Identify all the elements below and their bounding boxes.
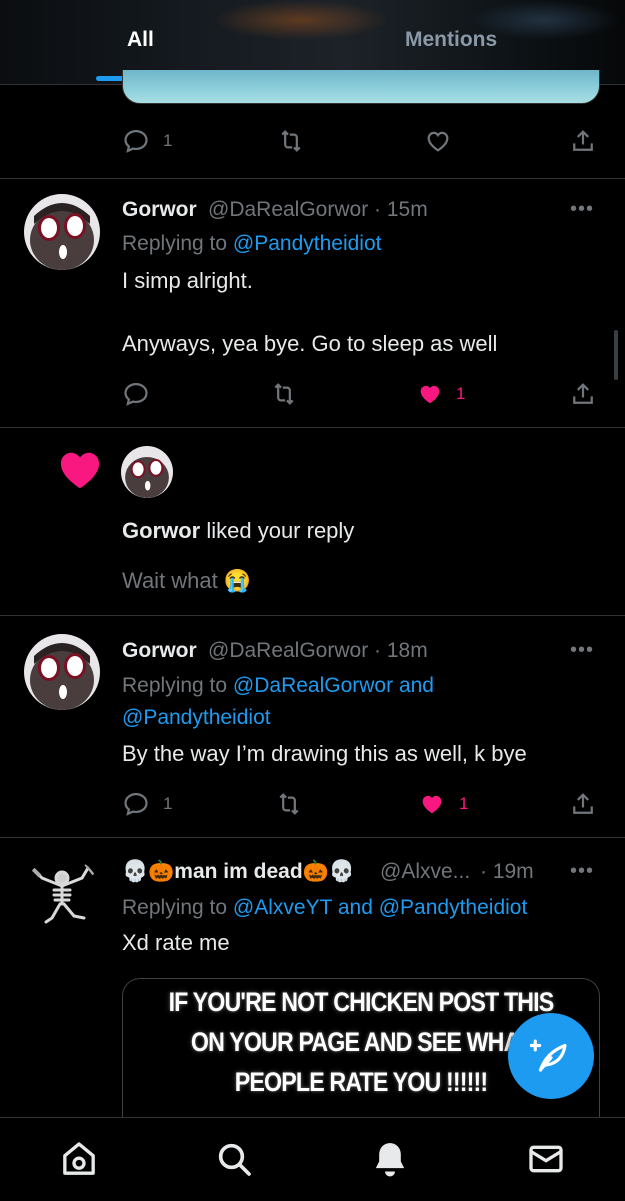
reply-icon[interactable]	[122, 127, 150, 155]
liked-heart-icon[interactable]	[418, 790, 446, 818]
more-options-icon[interactable]: •••	[570, 639, 594, 662]
author-handle-time: @DaRealGorwor · 18m	[208, 639, 428, 662]
reply-count: 1	[163, 794, 173, 813]
compose-tweet-button[interactable]	[508, 1013, 594, 1099]
more-options-icon[interactable]: •••	[570, 198, 594, 221]
replying-to-link[interactable]: @DaRealGorwor and	[233, 674, 434, 697]
compose-feather-icon	[530, 1039, 567, 1072]
skull-pumpkin-emoji: 💀🎃	[122, 860, 175, 883]
quoted-reply[interactable]: Wait what 😭	[122, 568, 251, 594]
author-handle: @Alxve...	[380, 860, 471, 883]
reply-count: 1	[163, 131, 173, 150]
reply-icon[interactable]	[122, 790, 150, 818]
like-notification-heart-icon	[60, 452, 100, 489]
replying-to-continued: @Pandytheidiot	[122, 706, 271, 730]
tweet-text-line: I simp alright.	[122, 268, 253, 293]
replying-to: Replying to @DaRealGorwor and	[122, 674, 434, 697]
tweet-time: · 19m	[480, 860, 534, 883]
crying-emoji: 😭	[223, 568, 252, 593]
tweet-text-line: Anyways, yea bye. Go to sleep as well	[122, 331, 498, 356]
like-count: 1	[459, 794, 469, 813]
author-name[interactable]: Gorwor	[122, 639, 197, 663]
post-media-partial[interactable]	[122, 70, 600, 104]
author-handle-time: @DaRealGorwor · 15m	[208, 198, 428, 221]
tweet-text: Xd rate me	[122, 930, 230, 955]
mail-icon[interactable]	[526, 1139, 566, 1179]
notification-user[interactable]: Gorwor	[122, 518, 200, 543]
replying-to: Replying to @AlxveYT and @Pandytheidiot	[122, 896, 528, 919]
avatar[interactable]	[24, 194, 100, 270]
retweet-icon[interactable]	[277, 127, 305, 155]
avatar[interactable]	[121, 446, 173, 498]
divider	[0, 615, 625, 616]
retweet-icon[interactable]	[270, 380, 298, 408]
heart-icon[interactable]	[424, 127, 452, 155]
divider	[0, 427, 625, 428]
search-icon[interactable]	[214, 1139, 254, 1179]
replying-to-link[interactable]: @Pandytheidiot	[122, 706, 271, 729]
pumpkin-skull-emoji: 🎃💀	[302, 860, 355, 883]
image-text-line: ON YOUR PAGE AND SEE WHAT	[190, 1027, 532, 1057]
share-icon[interactable]	[569, 790, 597, 818]
liked-heart-icon[interactable]	[416, 380, 444, 408]
like-count: 1	[456, 384, 466, 403]
share-icon[interactable]	[569, 380, 597, 408]
bell-icon[interactable]	[370, 1139, 410, 1179]
more-options-icon[interactable]: •••	[570, 860, 594, 883]
image-text-line: PEOPLE RATE YOU !!!!!!	[234, 1067, 488, 1097]
notification-text: Gorwor liked your reply	[122, 518, 355, 543]
avatar[interactable]	[24, 634, 100, 710]
author-name[interactable]: 💀🎃man im dead🎃💀	[122, 860, 355, 884]
replying-to-link[interactable]: @Pandytheidiot	[233, 232, 382, 255]
image-text-line: IF YOU'RE NOT CHICKEN POST THIS	[168, 987, 555, 1017]
home-icon[interactable]	[59, 1139, 99, 1179]
replying-to-link[interactable]: @AlxveYT and @Pandytheidiot	[233, 896, 527, 919]
retweet-icon[interactable]	[275, 790, 303, 818]
replying-to: Replying to @Pandytheidiot	[122, 232, 382, 255]
tab-all[interactable]: All	[127, 28, 154, 52]
tab-mentions[interactable]: Mentions	[405, 28, 497, 52]
avatar[interactable]	[24, 856, 100, 932]
bottom-navigation	[0, 1117, 625, 1201]
divider	[0, 837, 625, 838]
author-name[interactable]: Gorwor	[122, 198, 197, 222]
share-icon[interactable]	[569, 127, 597, 155]
scrollbar[interactable]	[614, 330, 618, 380]
reply-icon[interactable]	[122, 380, 150, 408]
tweet-text: By the way I’m drawing this as well, k b…	[122, 741, 527, 766]
divider	[0, 178, 625, 179]
